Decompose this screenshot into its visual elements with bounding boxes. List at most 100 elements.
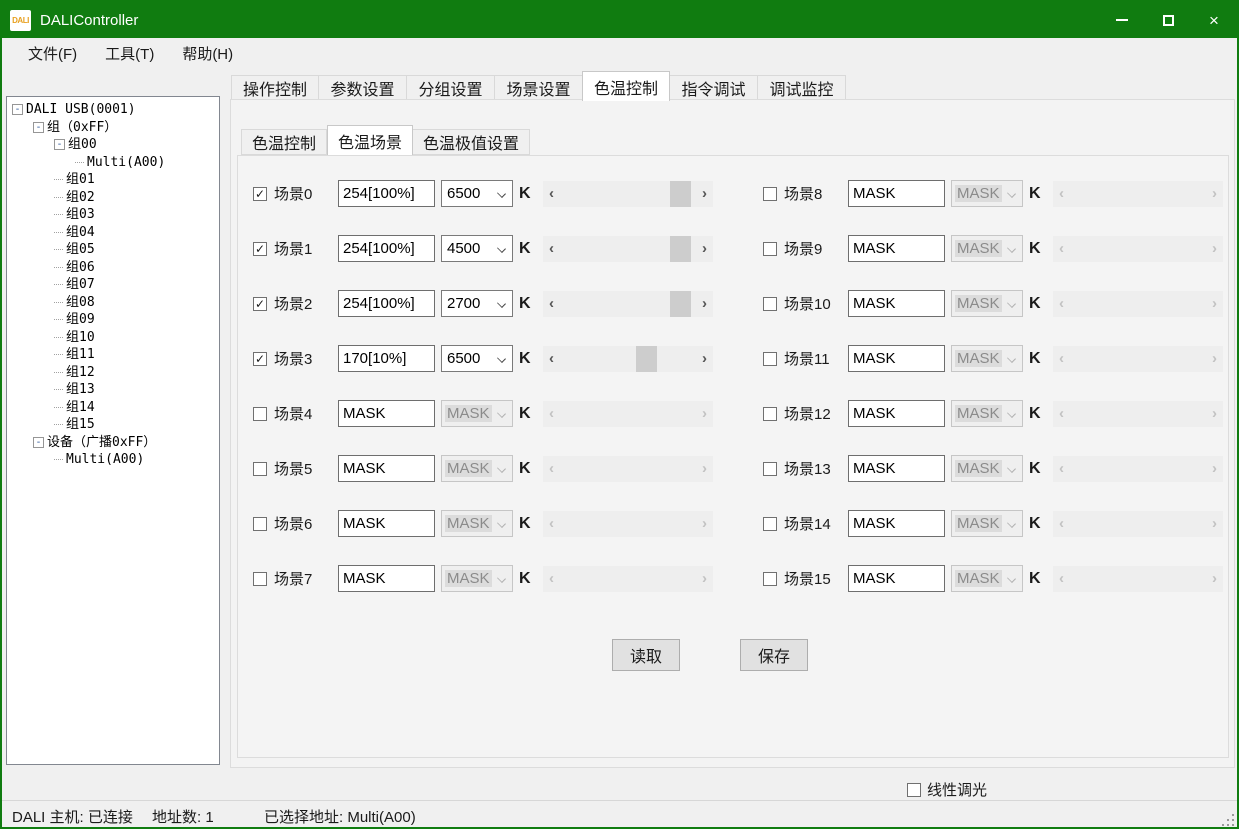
tree-node-label[interactable]: 组07 <box>66 276 95 293</box>
linear-dimming-checkbox[interactable] <box>907 783 921 797</box>
tab-5[interactable]: 指令调试 <box>670 75 758 101</box>
maximize-button[interactable] <box>1145 2 1191 38</box>
scene-checkbox[interactable] <box>253 572 267 586</box>
scene-level-input[interactable] <box>848 180 945 207</box>
tree-node-label[interactable]: 组10 <box>66 329 95 346</box>
tree-node-label[interactable]: 组05 <box>66 241 95 258</box>
minimize-button[interactable] <box>1099 2 1145 38</box>
scene-checkbox[interactable] <box>763 187 777 201</box>
scrollbar-thumb[interactable] <box>636 346 657 372</box>
tree-node[interactable]: -组00 <box>7 136 219 154</box>
tree-node[interactable]: 组03 <box>7 206 219 224</box>
tab-1[interactable]: 参数设置 <box>319 75 407 101</box>
tree-node[interactable]: 组15 <box>7 416 219 434</box>
scroll-left-icon[interactable]: ‹ <box>543 236 560 262</box>
scene-level-input[interactable] <box>338 290 435 317</box>
tree-node[interactable]: -DALI USB(0001) <box>7 101 219 119</box>
menu-item-1[interactable]: 工具(T) <box>91 39 168 68</box>
tree-node[interactable]: 组09 <box>7 311 219 329</box>
scene-level-input[interactable] <box>848 345 945 372</box>
tree-node[interactable]: 组01 <box>7 171 219 189</box>
tree-node[interactable]: 组07 <box>7 276 219 294</box>
scroll-left-icon[interactable]: ‹ <box>543 291 560 317</box>
tree-node[interactable]: Multi(A00) <box>7 451 219 469</box>
tree-node[interactable]: 组05 <box>7 241 219 259</box>
tree-node-label[interactable]: 设备（广播0xFF） <box>47 434 156 451</box>
tree-node[interactable]: 组10 <box>7 329 219 347</box>
tree-node[interactable]: 组11 <box>7 346 219 364</box>
scene-checkbox[interactable] <box>763 517 777 531</box>
scroll-right-icon[interactable]: › <box>696 346 713 372</box>
tree-node-label[interactable]: 组04 <box>66 224 95 241</box>
tree-node[interactable]: Multi(A00) <box>7 154 219 172</box>
scroll-right-icon[interactable]: › <box>696 181 713 207</box>
menu-item-2[interactable]: 帮助(H) <box>168 39 247 68</box>
resize-grip-icon[interactable] <box>1232 824 1234 826</box>
save-button[interactable]: 保存 <box>740 639 808 671</box>
scene-checkbox[interactable] <box>763 242 777 256</box>
tree-node[interactable]: 组08 <box>7 294 219 312</box>
scene-checkbox[interactable]: ✓ <box>253 187 267 201</box>
tree-node[interactable]: -设备（广播0xFF） <box>7 434 219 452</box>
scene-checkbox[interactable]: ✓ <box>253 242 267 256</box>
tree-node[interactable]: 组06 <box>7 259 219 277</box>
tree-expander-icon[interactable]: - <box>33 437 44 448</box>
tree-node[interactable]: 组14 <box>7 399 219 417</box>
tree-node[interactable]: 组02 <box>7 189 219 207</box>
tree-node-label[interactable]: 组15 <box>66 416 95 433</box>
scene-checkbox[interactable] <box>253 517 267 531</box>
scene-checkbox[interactable]: ✓ <box>253 352 267 366</box>
scene-checkbox[interactable] <box>763 297 777 311</box>
tree-node-label[interactable]: 组13 <box>66 381 95 398</box>
menu-item-0[interactable]: 文件(F) <box>14 39 91 68</box>
tree-expander-icon[interactable]: - <box>54 139 65 150</box>
scroll-right-icon[interactable]: › <box>696 236 713 262</box>
temp-select[interactable]: 2700 <box>441 290 513 317</box>
scene-level-input[interactable] <box>848 290 945 317</box>
temp-scrollbar[interactable]: ‹› <box>543 291 713 317</box>
tree-node-label[interactable]: 组（0xFF） <box>47 119 117 136</box>
scene-level-input[interactable] <box>338 565 435 592</box>
temp-select[interactable]: 6500 <box>441 345 513 372</box>
scene-level-input[interactable] <box>338 510 435 537</box>
close-button[interactable]: × <box>1191 2 1237 38</box>
tab-2[interactable]: 分组设置 <box>407 75 495 101</box>
tree-node-label[interactable]: 组06 <box>66 259 95 276</box>
temp-scrollbar[interactable]: ‹› <box>543 236 713 262</box>
scroll-left-icon[interactable]: ‹ <box>543 346 560 372</box>
scrollbar-thumb[interactable] <box>670 236 691 262</box>
tree-node[interactable]: 组13 <box>7 381 219 399</box>
temp-scrollbar[interactable]: ‹› <box>543 181 713 207</box>
tree-node-label[interactable]: 组03 <box>66 206 95 223</box>
tree-node-label[interactable]: DALI USB(0001) <box>26 101 136 118</box>
tree-expander-icon[interactable]: - <box>12 104 23 115</box>
scene-checkbox[interactable] <box>763 352 777 366</box>
subtab-2[interactable]: 色温极值设置 <box>413 129 530 155</box>
scene-level-input[interactable] <box>848 455 945 482</box>
scene-level-input[interactable] <box>848 400 945 427</box>
scene-level-input[interactable] <box>338 180 435 207</box>
scene-checkbox[interactable] <box>763 572 777 586</box>
read-button[interactable]: 读取 <box>612 639 680 671</box>
temp-select[interactable]: 4500 <box>441 235 513 262</box>
tree-node[interactable]: -组（0xFF） <box>7 119 219 137</box>
temp-scrollbar[interactable]: ‹› <box>543 346 713 372</box>
subtab-1[interactable]: 色温场景 <box>327 125 413 155</box>
scrollbar-thumb[interactable] <box>670 291 691 317</box>
tree-node-label[interactable]: Multi(A00) <box>66 451 144 468</box>
scroll-right-icon[interactable]: › <box>696 291 713 317</box>
tree-node-label[interactable]: 组11 <box>66 346 95 363</box>
tree-node-label[interactable]: 组00 <box>68 136 97 153</box>
tree-node[interactable]: 组12 <box>7 364 219 382</box>
tree-node-label[interactable]: 组12 <box>66 364 95 381</box>
tree-node-label[interactable]: 组02 <box>66 189 95 206</box>
temp-select[interactable]: 6500 <box>441 180 513 207</box>
tab-0[interactable]: 操作控制 <box>231 75 319 101</box>
scene-level-input[interactable] <box>848 235 945 262</box>
scrollbar-thumb[interactable] <box>670 181 691 207</box>
tab-6[interactable]: 调试监控 <box>758 75 846 101</box>
scene-checkbox[interactable] <box>763 462 777 476</box>
scene-level-input[interactable] <box>338 345 435 372</box>
tree-node-label[interactable]: 组01 <box>66 171 95 188</box>
tab-3[interactable]: 场景设置 <box>495 75 583 101</box>
